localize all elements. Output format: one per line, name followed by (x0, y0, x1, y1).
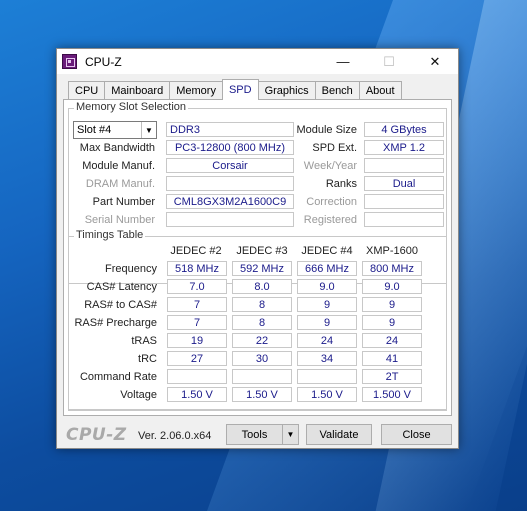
tab-graphics[interactable]: Graphics (257, 81, 316, 100)
tab-mainboard[interactable]: Mainboard (104, 81, 171, 100)
part-number-value: CML8GX3M2A1600C9 (166, 194, 294, 209)
timing-cell: 24 (362, 333, 422, 348)
timing-cell: 9 (362, 297, 422, 312)
module-manuf-label: Module Manuf. (82, 160, 155, 172)
tools-dropdown-button[interactable]: ▼ (282, 424, 299, 445)
trc-label: tRC (138, 353, 157, 365)
timing-cell: 666 MHz (297, 261, 357, 276)
timing-cell: 41 (362, 351, 422, 366)
timing-cell: 7.0 (167, 279, 227, 294)
serial-number-label: Serial Number (84, 214, 155, 226)
chevron-down-icon: ▼ (286, 430, 295, 439)
timing-cell: 34 (297, 351, 357, 366)
tras-label: tRAS (131, 335, 157, 347)
close-button[interactable]: Close (381, 424, 452, 445)
ranks-value: Dual (364, 176, 444, 191)
timing-cell: 9.0 (362, 279, 422, 294)
slot-select[interactable]: Slot #4 ▼ (73, 121, 157, 139)
tab-memory[interactable]: Memory (169, 81, 223, 100)
timing-cell: 8 (232, 297, 292, 312)
timing-cell: 592 MHz (232, 261, 292, 276)
timing-cell: 9 (362, 315, 422, 330)
column-header: JEDEC #4 (301, 245, 353, 257)
column-header: XMP-1600 (366, 245, 418, 257)
command-rate-label: Command Rate (79, 371, 157, 383)
module-manuf-value: Corsair (166, 158, 294, 173)
timing-cell (297, 369, 357, 384)
timing-cell: 800 MHz (362, 261, 422, 276)
correction-value (364, 194, 444, 209)
cpuz-logo: CPU-Z (66, 425, 127, 445)
timing-cell: 1.50 V (167, 387, 227, 402)
timing-cell: 9.0 (297, 279, 357, 294)
part-number-label: Part Number (92, 196, 155, 208)
timing-cell: 1.50 V (297, 387, 357, 402)
timing-cell (232, 369, 292, 384)
timing-cell: 7 (167, 315, 227, 330)
ras-precharge-label: RAS# Precharge (74, 317, 157, 329)
timing-cell: 8.0 (232, 279, 292, 294)
module-size-value: 4 GBytes (364, 122, 444, 137)
version-label: Ver. 2.06.0.x64 (138, 430, 212, 442)
close-window-button[interactable]: ✕ (412, 49, 458, 74)
max-bandwidth-value: PC3-12800 (800 MHz) (166, 140, 294, 155)
spd-ext-label: SPD Ext. (312, 142, 357, 154)
memory-slot-group-title: Memory Slot Selection (74, 101, 189, 113)
dram-manuf-label: DRAM Manuf. (85, 178, 155, 190)
ras-to-cas-label: RAS# to CAS# (84, 299, 157, 311)
timing-cell: 19 (167, 333, 227, 348)
registered-label: Registered (303, 214, 357, 226)
maximize-button[interactable]: ☐ (366, 49, 412, 74)
chevron-down-icon[interactable]: ▼ (141, 122, 156, 138)
timings-group: Timings Table JEDEC #2 JEDEC #3 JEDEC #4… (68, 229, 447, 410)
timing-cell: 2T (362, 369, 422, 384)
timing-cell: 9 (297, 297, 357, 312)
timing-cell: 30 (232, 351, 292, 366)
ranks-label: Ranks (325, 178, 357, 190)
column-header: JEDEC #3 (236, 245, 288, 257)
bottom-bar: CPU-Z Ver. 2.06.0.x64 Tools ▼ Validate C… (57, 421, 458, 448)
timing-cell: 7 (167, 297, 227, 312)
timing-cell: 8 (232, 315, 292, 330)
serial-number-value (166, 212, 294, 227)
timing-cell: 22 (232, 333, 292, 348)
tab-bench[interactable]: Bench (314, 81, 360, 100)
spd-ext-value: XMP 1.2 (364, 140, 444, 155)
frequency-label: Frequency (105, 263, 157, 275)
tab-cpu[interactable]: CPU (68, 81, 106, 100)
tab-strip: CPU Mainboard Memory SPD Graphics Bench … (68, 79, 402, 100)
dram-manuf-value (166, 176, 294, 191)
timing-cell: 1.50 V (232, 387, 292, 402)
memory-type-value: DDR3 (166, 122, 294, 137)
registered-value (364, 212, 444, 227)
timing-cell (167, 369, 227, 384)
slot-select-value: Slot #4 (77, 124, 112, 136)
cpuz-window: CPU-Z — ☐ ✕ CPU Mainboard Memory SPD Gra… (56, 48, 459, 449)
week-year-value (364, 158, 444, 173)
timing-cell: 27 (167, 351, 227, 366)
spd-panel: Memory Slot Selection Slot #4 ▼ DDR3 Max… (63, 99, 452, 416)
title-bar[interactable]: CPU-Z — ☐ ✕ (57, 49, 458, 74)
voltage-label: Voltage (120, 389, 157, 401)
validate-button[interactable]: Validate (306, 424, 372, 445)
tools-button[interactable]: Tools (226, 424, 283, 445)
max-bandwidth-label: Max Bandwidth (79, 142, 155, 154)
timing-cell: 24 (297, 333, 357, 348)
cpuz-app-icon[interactable] (62, 54, 77, 69)
timings-group-title: Timings Table (74, 229, 146, 241)
correction-label: Correction (306, 196, 357, 208)
week-year-label: Week/Year (303, 160, 357, 172)
module-size-label: Module Size (296, 124, 357, 136)
tab-spd[interactable]: SPD (221, 79, 259, 100)
timing-cell: 9 (297, 315, 357, 330)
column-header: JEDEC #2 (170, 245, 222, 257)
cas-latency-label: CAS# Latency (86, 281, 157, 293)
window-title: CPU-Z (85, 54, 122, 69)
timing-cell: 1.500 V (362, 387, 422, 402)
minimize-button[interactable]: — (320, 49, 366, 74)
timing-cell: 518 MHz (167, 261, 227, 276)
tab-about[interactable]: About (358, 81, 402, 100)
